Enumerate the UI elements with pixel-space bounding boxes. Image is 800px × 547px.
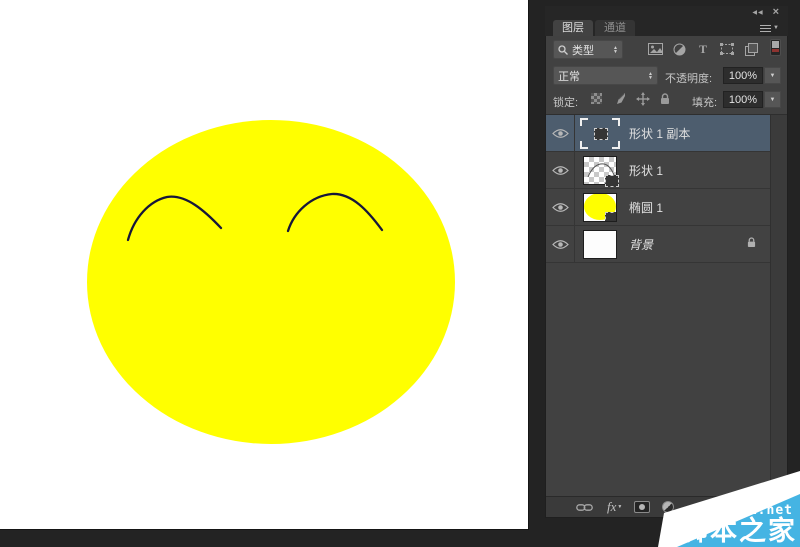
filter-type-dropdown[interactable]: 类型 ▲▼ [553,40,623,59]
fx-icon: fx [607,499,616,515]
visibility-toggle[interactable] [546,189,575,225]
shape-layer-badge-icon [605,175,619,187]
toggle-red-indicator [772,49,779,52]
smiley-artwork [0,0,529,529]
transparent-shape-thumbnail [583,156,617,185]
background-lock-icon [747,235,756,253]
opacity-label: 不透明度: [665,70,712,86]
search-icon [558,45,568,55]
pixel-layer-icon [648,43,663,55]
ellipse-thumbnail [583,193,617,222]
shape-layer-icon [720,43,734,55]
updown-arrows-icon: ▲▼ [648,72,653,80]
link-icon [576,503,593,512]
fill-dropdown-button[interactable]: ▼ [764,91,781,108]
layer-filter-toggle[interactable] [770,39,781,56]
layer-row-shape1[interactable]: 形状 1 [546,152,770,189]
layer-row-background[interactable]: 背景 [546,226,770,263]
lock-all-button[interactable] [656,91,673,106]
toggle-knob [772,41,779,48]
layers-panel-body: 类型 ▲▼ T [545,36,788,518]
filter-type-label: 类型 [572,42,607,58]
eye-icon [552,239,569,250]
photoshop-window: ◀◀ × 图层 通道 ▼ 类型 ▲▼ [0,0,800,547]
dock-header: ◀◀ × [545,6,788,18]
layer-name[interactable]: 背景 [625,236,653,253]
fx-caret-icon: ▼ [617,505,622,510]
layer-thumbnail[interactable] [575,230,625,259]
add-layer-mask-button[interactable] [634,501,650,513]
layers-panel-dock: ◀◀ × 图层 通道 ▼ 类型 ▲▼ [545,6,788,518]
menu-lines-icon [760,25,771,32]
eye-icon [552,128,569,139]
layer-style-button[interactable]: fx▼ [607,499,622,515]
watermark-brand-text: 脚本之家 [681,516,797,546]
opacity-value-field[interactable]: 100% [723,67,763,84]
filter-pixel-layers-button[interactable] [646,41,664,57]
fill-value-field[interactable]: 100% [723,91,763,108]
filter-smart-objects-button[interactable] [742,41,760,57]
face-ellipse [87,120,455,444]
eye-icon [552,202,569,213]
selected-shape-thumbnail [580,118,620,149]
filter-adjustment-layers-button[interactable] [670,41,688,57]
layers-list: 形状 1 副本 [546,115,770,263]
move-arrows-icon [636,92,650,106]
panel-menu-icon[interactable]: ▼ [760,22,782,34]
layer-row-ellipse1[interactable]: 椭圆 1 [546,189,770,226]
visibility-toggle[interactable] [546,226,575,262]
background-thumbnail [583,230,617,259]
adjustment-layer-icon [673,43,686,56]
padlock-icon [660,93,670,105]
opacity-dropdown-button[interactable]: ▼ [764,67,781,84]
lock-pixels-button[interactable] [611,91,628,106]
fill-label: 填充: [692,94,717,110]
shape-layer-badge-icon [594,128,608,140]
layer-thumbnail[interactable] [575,193,625,222]
type-layer-icon: T [699,42,707,57]
menu-caret-icon: ▼ [773,25,779,31]
document-canvas[interactable] [0,0,529,530]
tab-channels[interactable]: 通道 [595,20,635,36]
lock-position-button[interactable] [634,91,651,106]
lock-transparency-button[interactable] [588,91,605,106]
layer-name[interactable]: 椭圆 1 [625,199,663,216]
eye-icon [552,165,569,176]
layer-name[interactable]: 形状 1 [625,162,663,179]
filter-type-layers-button[interactable]: T [694,41,712,57]
lock-transparency-icon [591,93,602,104]
brush-icon [613,92,626,105]
blend-mode-dropdown[interactable]: 正常 ▲▼ [553,66,658,85]
close-panel-icon[interactable]: × [773,7,779,17]
layers-scrollbar-gutter [770,115,787,496]
layer-row-shape1-copy[interactable]: 形状 1 副本 [546,115,770,152]
lock-label: 锁定: [553,94,578,110]
tab-layers[interactable]: 图层 [553,20,593,36]
filter-shape-layers-button[interactable] [718,41,736,57]
layer-thumbnail[interactable] [575,156,625,185]
layer-thumbnail[interactable] [575,118,625,149]
shape-layer-badge-icon [605,212,617,222]
collapse-panel-icon[interactable]: ◀◀ [752,9,763,16]
blend-mode-value: 正常 [558,68,642,84]
layer-name[interactable]: 形状 1 副本 [625,125,690,142]
updown-arrows-icon: ▲▼ [613,46,618,54]
visibility-toggle[interactable] [546,115,575,151]
smart-object-icon [745,43,758,56]
visibility-toggle[interactable] [546,152,575,188]
panel-tab-bar: 图层 通道 ▼ [545,18,788,36]
link-layers-button[interactable] [576,503,593,512]
